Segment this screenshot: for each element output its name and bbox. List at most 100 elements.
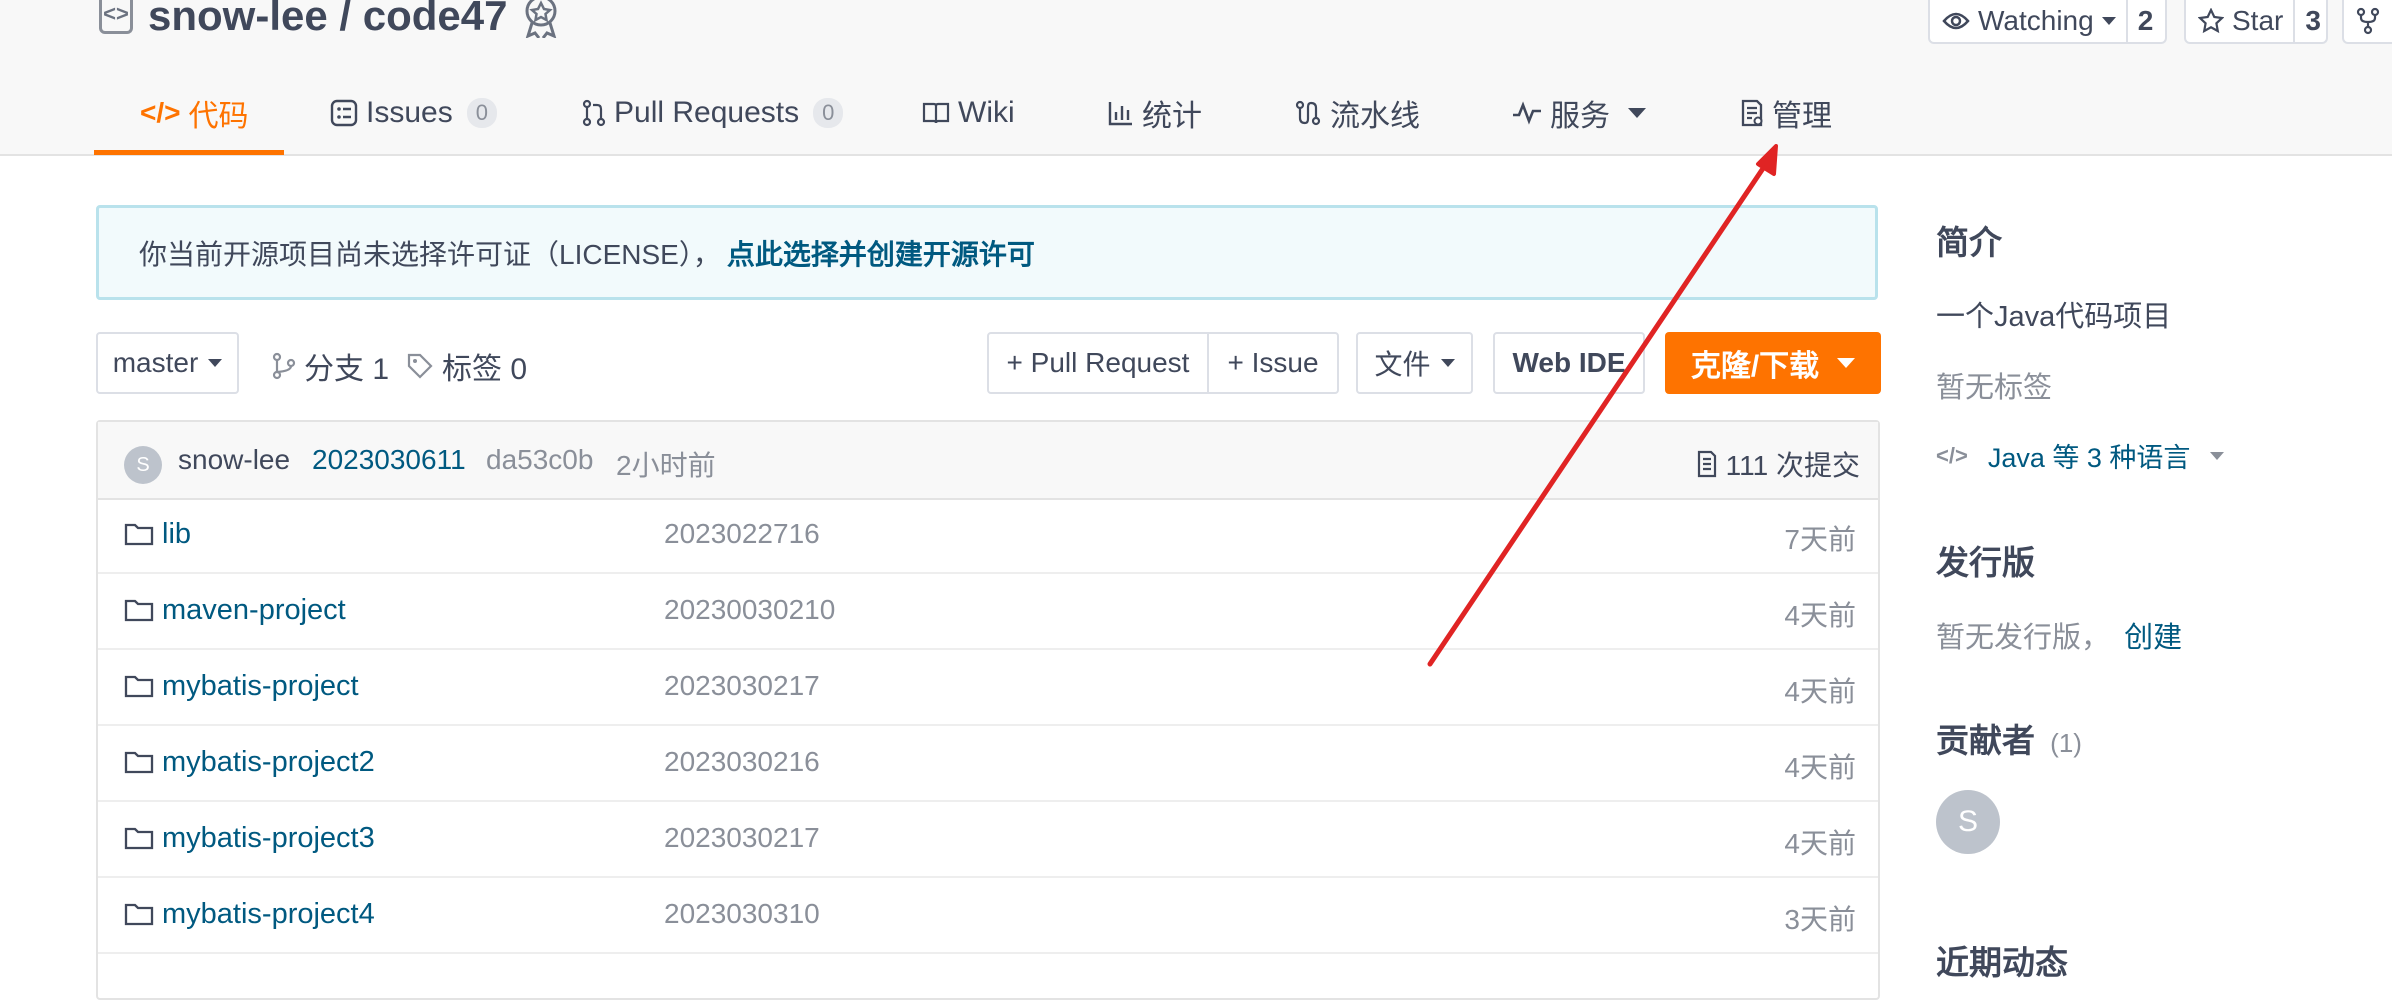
commit-message[interactable]: 2023030611 [312,444,466,476]
new-pull-request-button[interactable]: + Pull Request [987,332,1209,394]
file-name[interactable]: mybatis-project4 [162,898,375,931]
code-icon: </> [140,97,181,128]
file-commit-message[interactable]: 2023030310 [664,898,820,930]
tab-manage[interactable]: 管理 [1740,86,1832,140]
no-releases-text: 暂无发行版， [1936,622,2111,654]
file-time: 4天前 [1784,600,1856,631]
intro-text: 一个Java代码项目 [1936,301,2172,333]
contributors-heading: 贡献者 [1936,722,2035,759]
releases-row: 暂无发行版， 创建 [1936,614,2182,656]
table-row: mybatis-project2 2023030216 4天前 [98,726,1878,802]
branch-select[interactable]: master [96,332,239,394]
file-name[interactable]: mybatis-project2 [162,746,375,779]
file-commit-message[interactable]: 2023030217 [664,822,820,854]
files-dropdown[interactable]: 文件 [1356,332,1473,394]
tab-code-label: 代码 [188,100,249,133]
file-name[interactable]: mybatis-project3 [162,822,375,855]
tags-label: 标签 0 [442,353,528,386]
tab-services[interactable]: 服务 [1512,86,1646,140]
file-time: 7天前 [1784,524,1856,555]
avatar[interactable]: S [124,446,162,484]
tab-wiki[interactable]: Wiki [922,86,1015,140]
commit-author[interactable]: snow-lee [178,444,290,476]
new-issue-label: + Issue [1227,347,1319,378]
files-dropdown-label: 文件 [1374,349,1431,380]
fork-button[interactable] [2342,0,2392,44]
folder-icon [124,751,154,774]
web-ide-button[interactable]: Web IDE [1493,332,1645,394]
folder-icon [124,903,154,926]
create-license-link[interactable]: 点此选择并创建开源许可 [727,233,1035,273]
tab-manage-label: 管理 [1772,100,1832,133]
repo-title[interactable]: snow-lee / code47 [148,0,507,44]
file-commit-message[interactable]: 2023030216 [664,746,820,778]
commit-count-link[interactable]: 111 次提交 [1696,444,1860,484]
table-row: maven-project 20230030210 4天前 [98,574,1878,650]
table-row: lib 2023022716 7天前 [98,498,1878,574]
branch-select-value: master [112,347,199,378]
chevron-down-icon [1837,358,1856,368]
folder-icon [124,523,154,546]
star-label: Star [2232,5,2284,36]
star-icon [2198,8,2224,34]
file-commit-message[interactable]: 2023030217 [664,670,820,702]
folder-icon [124,827,154,850]
no-tags-text: 暂无标签 [1936,372,2053,404]
file-name[interactable]: maven-project [162,594,346,627]
language-dropdown[interactable]: </> Java 等 3 种语言 [1936,436,2225,475]
file-time: 4天前 [1784,752,1856,783]
tab-issues-label: Issues [366,96,453,129]
web-ide-label: Web IDE [1512,347,1626,378]
branch-icon [272,352,296,380]
active-tab-indicator [94,150,284,155]
chevron-down-icon [2101,17,2116,25]
tab-statistics-label: 统计 [1142,100,1202,133]
contributor-avatar[interactable]: S [1936,790,2000,854]
eye-icon [1942,12,1970,30]
file-time: 4天前 [1784,676,1856,707]
recommend-badge-icon [520,0,562,38]
star-count[interactable]: 3 [2293,0,2331,42]
tab-pull-requests-count: 0 [813,98,844,128]
file-table: S snow-lee 2023030611 da53c0b 2小时前 111 次… [96,420,1880,1000]
latest-commit-row: S snow-lee 2023030611 da53c0b 2小时前 111 次… [98,422,1878,500]
pulse-icon [1513,101,1541,125]
watch-button[interactable]: Watching [1930,0,2126,42]
pipeline-icon [1295,100,1321,126]
file-commit-message[interactable]: 20230030210 [664,594,835,626]
releases-heading: 发行版 [1936,544,2035,581]
book-icon [922,102,950,124]
chevron-down-icon [1440,359,1455,367]
file-name[interactable]: mybatis-project [162,670,359,703]
create-release-link[interactable]: 创建 [2124,622,2182,654]
tag-icon [407,353,433,379]
chevron-down-icon [208,359,223,367]
branches-link[interactable]: 分支 1 [272,344,389,388]
tab-pull-requests[interactable]: Pull Requests 0 [582,86,844,140]
tab-code[interactable]: </> 代码 [140,86,248,140]
branches-label: 分支 1 [304,353,390,386]
commit-sha[interactable]: da53c0b [486,444,593,476]
code-icon: </> [1936,442,1968,468]
tab-statistics[interactable]: 统计 [1108,86,1202,140]
star-button[interactable]: Star [2186,0,2293,42]
watch-button-group: Watching 2 [1928,0,2167,44]
tab-issues[interactable]: Issues 0 [330,86,497,140]
issues-icon [330,99,358,127]
clone-download-button[interactable]: 克隆/下载 [1665,332,1881,394]
tags-link[interactable]: 标签 0 [406,344,527,388]
table-row: mybatis-project4 2023030310 3天前 [98,878,1878,954]
file-commit-message[interactable]: 2023022716 [664,518,820,550]
new-issue-button[interactable]: + Issue [1207,332,1339,394]
watch-count[interactable]: 2 [2125,0,2164,42]
license-notice-text: 你当前开源项目尚未选择许可证（LICENSE）， [139,238,721,270]
tab-issues-count: 0 [466,98,497,128]
file-time: 4天前 [1784,828,1856,859]
tab-pull-requests-label: Pull Requests [614,96,800,129]
pull-request-icon [582,99,606,127]
bar-chart-icon [1108,102,1132,126]
repository-icon: <> [99,0,133,34]
commits-icon [1697,450,1716,478]
file-name[interactable]: lib [162,518,191,551]
tab-pipeline[interactable]: 流水线 [1294,86,1420,140]
